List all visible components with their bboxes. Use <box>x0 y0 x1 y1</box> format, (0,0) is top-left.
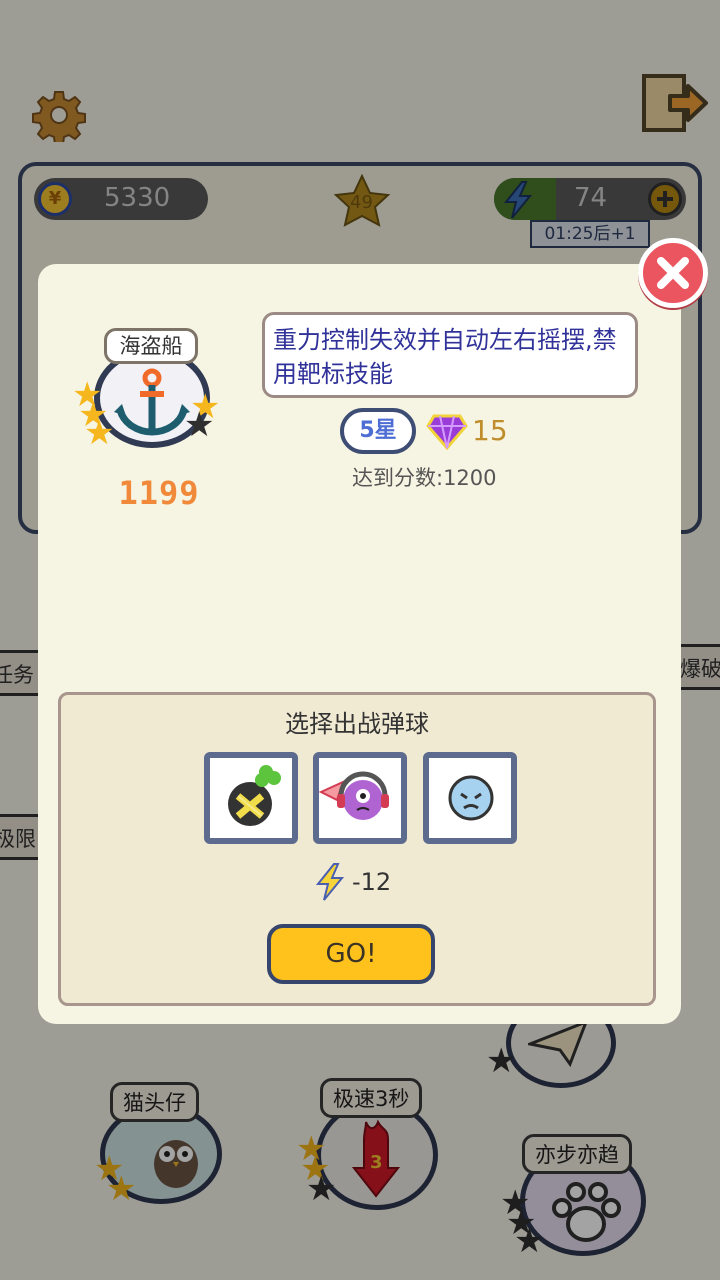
lightning-icon <box>315 863 345 901</box>
ball-slot-bomb[interactable] <box>204 752 298 844</box>
gem-reward: 15 <box>472 414 508 447</box>
sleepy-ball-icon <box>448 775 494 821</box>
star-icon: ★ <box>184 405 215 445</box>
level-best-score: 1199 <box>118 474 200 512</box>
ball-selection-title: 选择出战弹球 <box>285 710 429 738</box>
go-button[interactable]: GO! <box>267 924 435 984</box>
gem-icon <box>426 410 468 452</box>
bomb-ball-icon <box>228 765 281 826</box>
target-score: 达到分数:1200 <box>352 466 497 490</box>
level-name: 海盗船 <box>104 328 198 364</box>
level-description: 重力控制失效并自动左右摇摆,禁用靶标技能 <box>262 312 638 398</box>
star-icon: ★ <box>84 413 115 453</box>
headphone-ball-icon <box>318 771 389 820</box>
close-button[interactable] <box>638 238 708 308</box>
star-level-badge: 5星 <box>340 408 416 454</box>
ball-slot-headphone[interactable] <box>313 752 407 844</box>
close-icon <box>657 257 689 289</box>
energy-cost: -12 <box>312 862 391 906</box>
ball-slot-sleepy[interactable] <box>423 752 517 844</box>
energy-cost-value: -12 <box>352 868 392 896</box>
